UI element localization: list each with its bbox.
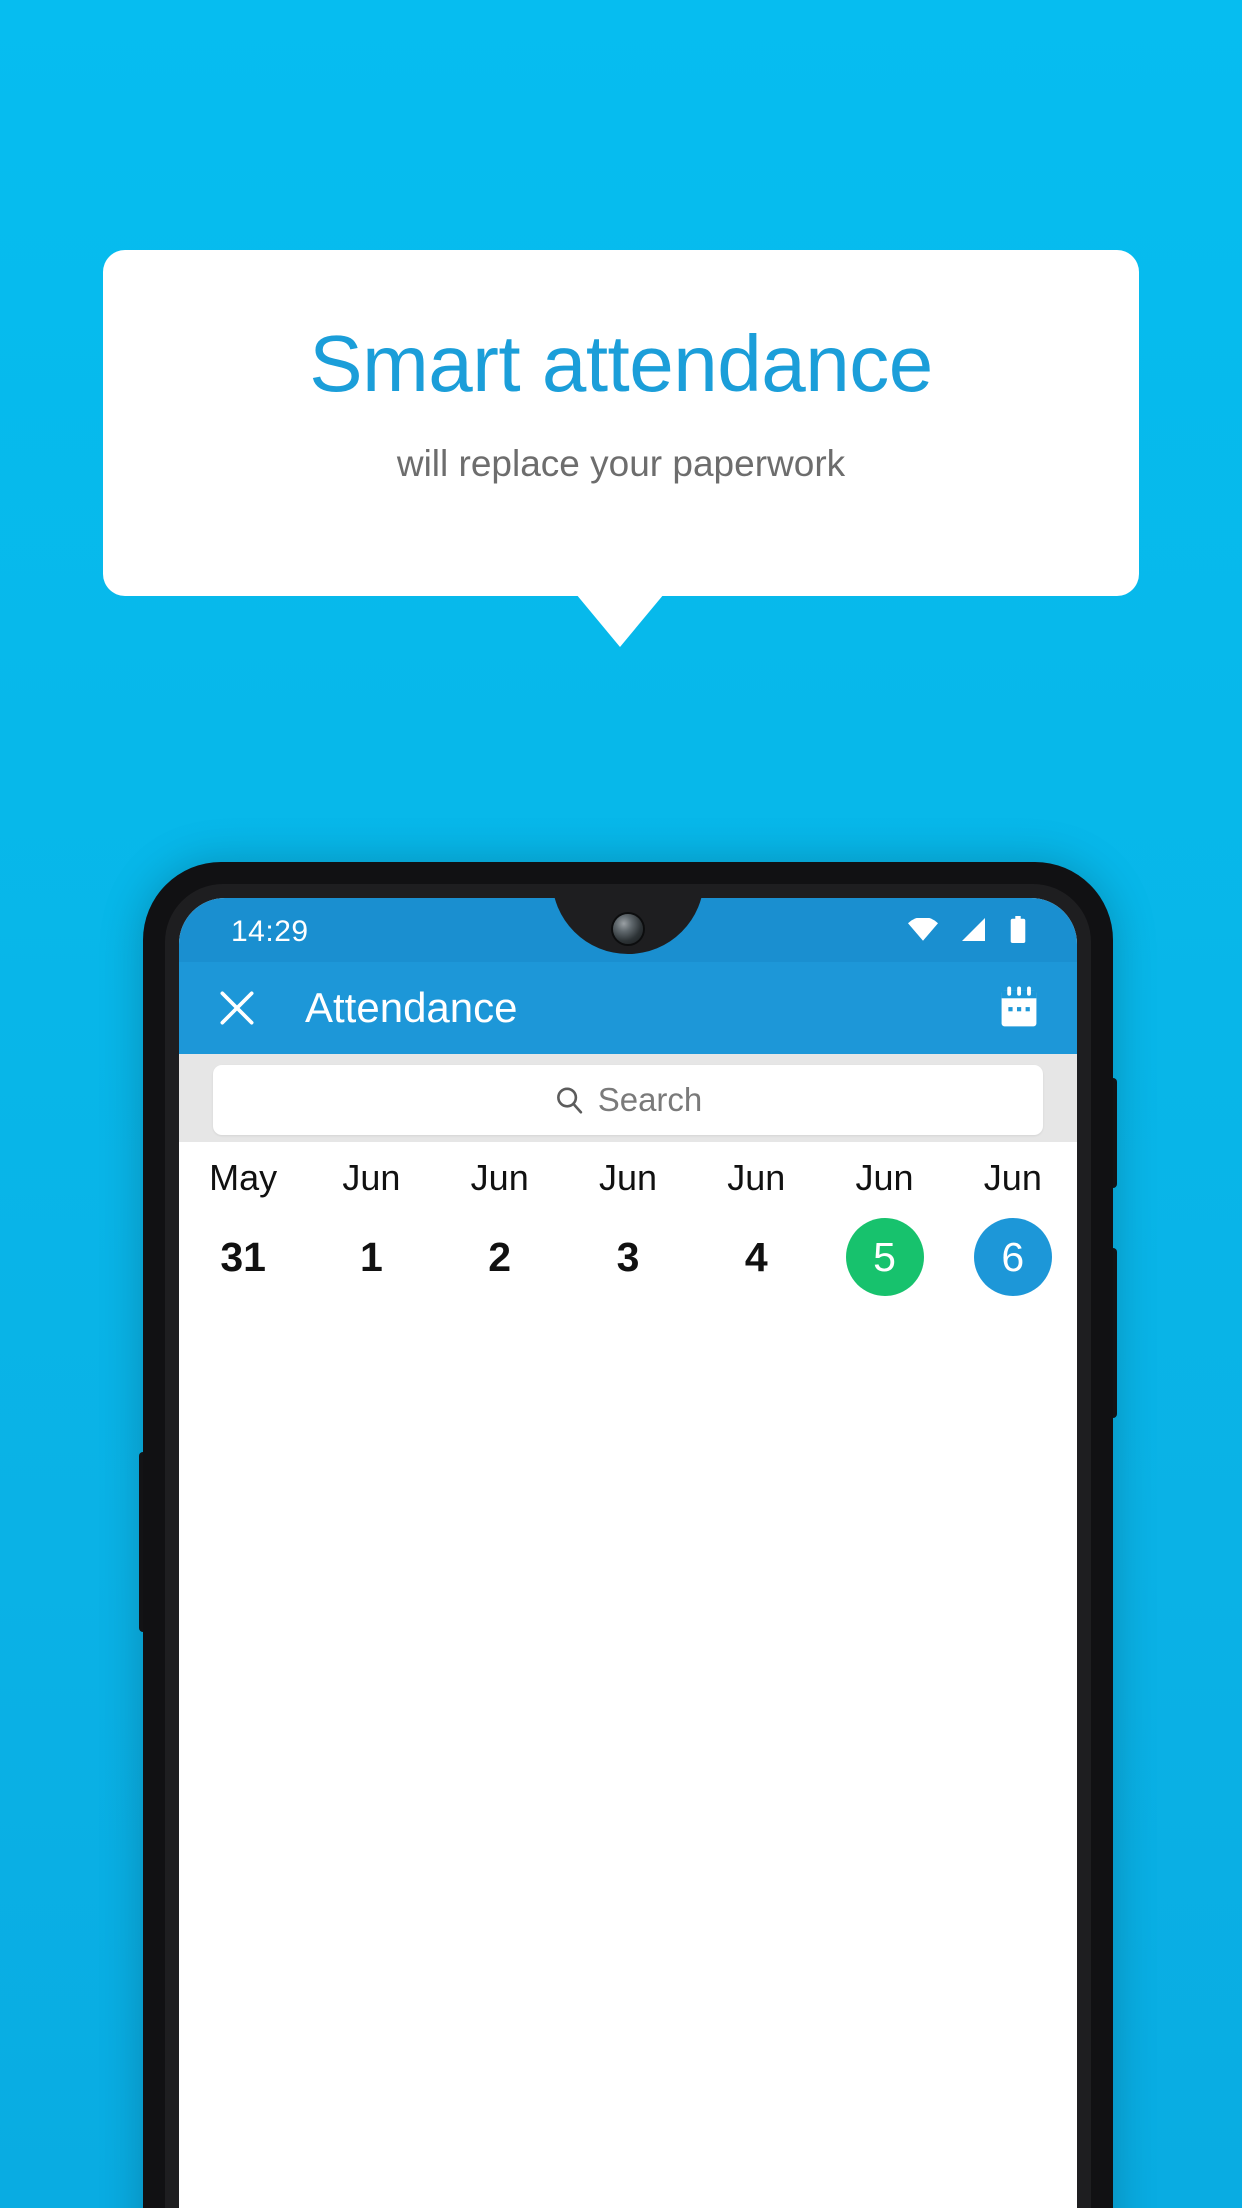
- search-icon: [556, 1087, 582, 1114]
- search-placeholder: Search: [597, 1081, 703, 1118]
- date-cell-day: 6: [1001, 1233, 1025, 1280]
- date-cell-day: 31: [220, 1233, 266, 1280]
- status-bar: 14:29: [179, 898, 1077, 962]
- signal-icon: [962, 918, 985, 941]
- search-bar-container: Search: [179, 1054, 1077, 1142]
- date-cell-day-badge: 4: [717, 1218, 795, 1296]
- phone-screen: 14:29 Attendance Search May 31 Jun 1 Jun…: [179, 898, 1077, 2208]
- date-cell-day: 1: [360, 1233, 383, 1280]
- date-strip: May 31 Jun 1 Jun 2 Jun 3 Jun 4 Jun 5 Jun 6: [179, 1142, 1077, 1312]
- promo-card: Smart attendance will replace your paper…: [103, 250, 1139, 596]
- date-cell-month: Jun: [855, 1157, 914, 1198]
- promo-subtitle: will replace your paperwork: [396, 443, 846, 484]
- wifi-icon: [908, 918, 938, 941]
- date-cell-may-31[interactable]: May 31: [179, 1142, 307, 1312]
- date-cell-month: Jun: [983, 1157, 1042, 1198]
- date-cell-month: Jun: [727, 1157, 786, 1198]
- date-cell-day: 5: [873, 1233, 896, 1280]
- date-cell-jun-5[interactable]: Jun 5: [820, 1142, 948, 1312]
- phone-frame: 14:29 Attendance Search May 31 Jun 1 Jun…: [143, 862, 1113, 2208]
- status-icon-group: [908, 916, 1027, 943]
- date-cell-day-badge: 5: [845, 1218, 924, 1296]
- promo-title: Smart attendance: [309, 319, 933, 408]
- date-cell-day-badge: 31: [204, 1218, 282, 1296]
- app-bar: Attendance: [179, 962, 1077, 1054]
- date-cell-month: Jun: [342, 1157, 401, 1198]
- phone-bezel: 14:29 Attendance Search May 31 Jun 1 Jun…: [165, 884, 1091, 2208]
- app-bar-title: Attendance: [305, 984, 518, 1031]
- date-cell-jun-1[interactable]: Jun 1: [307, 1142, 435, 1312]
- date-cell-day-badge: 2: [461, 1218, 539, 1296]
- date-cell-month: Jun: [598, 1157, 657, 1198]
- close-icon[interactable]: [215, 986, 259, 1030]
- date-cell-jun-2[interactable]: Jun 2: [436, 1142, 564, 1312]
- date-cell-month: May: [209, 1157, 278, 1198]
- date-cell-day-badge: 3: [589, 1218, 667, 1296]
- battery-icon: [1010, 916, 1026, 943]
- date-cell-jun-4[interactable]: Jun 4: [692, 1142, 820, 1312]
- date-cell-jun-3[interactable]: Jun 3: [564, 1142, 692, 1312]
- calendar-icon[interactable]: [997, 985, 1041, 1031]
- date-cell-month: Jun: [470, 1157, 529, 1198]
- date-cell-jun-6[interactable]: Jun 6: [949, 1142, 1077, 1312]
- date-cell-day: 2: [488, 1233, 512, 1280]
- status-time: 14:29: [231, 915, 309, 948]
- promo-card-tail: [576, 594, 664, 647]
- search-input[interactable]: Search: [213, 1065, 1043, 1135]
- date-cell-day-badge: 1: [332, 1218, 410, 1296]
- date-cell-day-badge: 6: [973, 1218, 1052, 1296]
- date-cell-day: 4: [744, 1233, 768, 1280]
- date-cell-day: 3: [616, 1233, 640, 1280]
- promo-canvas: Smart attendance will replace your paper…: [0, 0, 1242, 2208]
